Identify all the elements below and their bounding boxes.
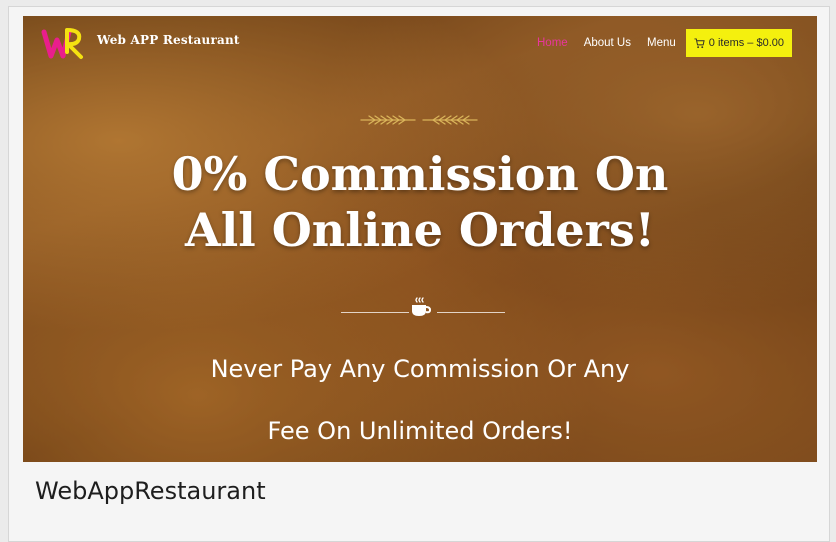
coffee-icon (412, 297, 432, 316)
logo-icon[interactable] (41, 26, 85, 60)
hero-banner: Web APP Restaurant Home About Us Menu 0 … (23, 16, 817, 462)
subtitle-line-2: Fee On Unlimited Orders! (267, 417, 573, 445)
cart-button[interactable]: 0 items – $0.00 (685, 29, 792, 57)
subtitle-line-1: Never Pay Any Commission Or Any (210, 355, 630, 383)
divider-left (341, 312, 409, 313)
cart-label: 0 items – $0.00 (708, 37, 784, 49)
headline-line-1: 0% Commission On (171, 147, 669, 201)
nav-home[interactable]: Home (537, 37, 568, 49)
brand-name[interactable]: Web APP Restaurant (97, 33, 240, 47)
wheat-icon (360, 115, 478, 125)
cart-icon (694, 37, 705, 48)
headline-line-2: All Online Orders! (185, 203, 655, 257)
hero-headline: 0% Commission On All Online Orders! (23, 146, 817, 258)
hero-subtitle: Never Pay Any Commission Or Any Fee On U… (23, 338, 817, 462)
page-card: Web APP Restaurant Home About Us Menu 0 … (8, 6, 830, 542)
nav-menu[interactable]: Menu (647, 37, 676, 49)
divider-right (437, 312, 505, 313)
main-nav: Home About Us Menu 0 items – $0.00 (537, 29, 792, 57)
nav-about-us[interactable]: About Us (584, 37, 631, 49)
image-caption: WebAppRestaurant (35, 477, 266, 505)
